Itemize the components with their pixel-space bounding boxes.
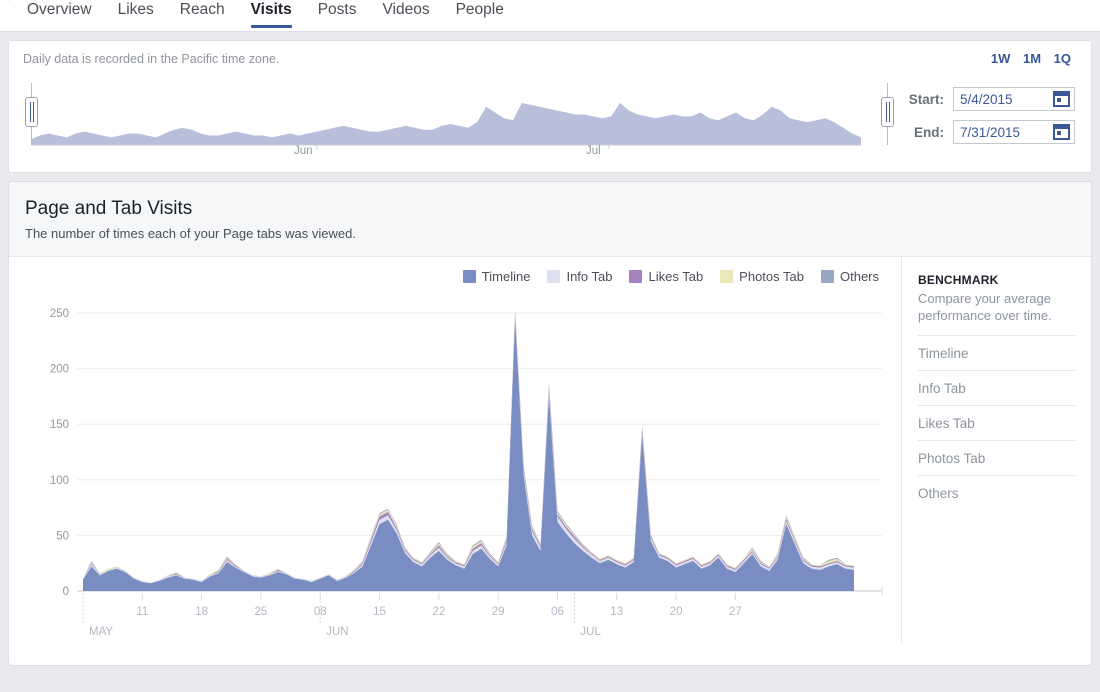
svg-text:15: 15 <box>373 606 386 618</box>
svg-text:20: 20 <box>670 606 683 618</box>
legend-item-others[interactable]: Others <box>820 269 879 284</box>
benchmark-row-info-tab[interactable]: Info Tab <box>918 370 1075 405</box>
svg-text:18: 18 <box>195 606 208 618</box>
page-title: Page and Tab Visits <box>25 198 193 219</box>
mini-area-chart <box>31 83 861 153</box>
benchmark-title: BENCHMARK <box>918 273 999 287</box>
tab-visits[interactable]: Visits <box>238 0 305 28</box>
legend-label-info-tab: Info Tab <box>566 269 613 284</box>
benchmark-row-photos-tab[interactable]: Photos Tab <box>918 440 1075 475</box>
tab-videos[interactable]: Videos <box>369 0 442 28</box>
calendar-icon-end[interactable] <box>1053 124 1070 140</box>
legend-label-likes-tab: Likes Tab <box>648 269 704 284</box>
svg-text:0: 0 <box>63 586 69 598</box>
legend-swatch-info-tab <box>547 270 561 283</box>
svg-text:50: 50 <box>56 530 69 542</box>
chart-legend: Timeline Info Tab Likes Tab Photos Tab O… <box>446 269 879 284</box>
benchmark-row-timeline[interactable]: Timeline <box>918 335 1075 370</box>
svg-text:25: 25 <box>255 606 268 618</box>
tab-posts[interactable]: Posts <box>305 0 370 28</box>
legend-swatch-likes-tab <box>629 270 643 283</box>
chart-body: Timeline Info Tab Likes Tab Photos Tab O… <box>9 257 1091 643</box>
benchmark-subtitle: Compare your average performance over ti… <box>918 291 1052 323</box>
legend-label-others: Others <box>839 269 879 284</box>
benchmark-row-likes-tab[interactable]: Likes Tab <box>918 405 1075 440</box>
visits-card-header: Page and Tab Visits The number of times … <box>9 182 1091 257</box>
legend-label-timeline: Timeline <box>481 269 531 284</box>
page-subtitle: The number of times each of your Page ta… <box>25 226 356 241</box>
chart-area: Timeline Info Tab Likes Tab Photos Tab O… <box>9 257 901 643</box>
end-date-value: 7/31/2015 <box>960 124 1021 140</box>
svg-text:250: 250 <box>50 308 69 320</box>
tab-overview[interactable]: Overview <box>14 0 105 28</box>
start-date-label: Start: <box>908 91 944 107</box>
legend-item-timeline[interactable]: Timeline <box>462 269 531 284</box>
end-date-input[interactable]: 7/31/2015 <box>953 120 1075 144</box>
range-slider-handle-start[interactable] <box>25 97 38 127</box>
date-inputs: Start: 5/4/2015 End: 7/31/2015 <box>892 87 1075 144</box>
start-date-value: 5/4/2015 <box>960 91 1013 107</box>
tab-likes[interactable]: Likes <box>105 0 167 28</box>
svg-text:13: 13 <box>610 606 623 618</box>
legend-item-photos-tab[interactable]: Photos Tab <box>720 269 804 284</box>
svg-text:MAY: MAY <box>89 626 113 638</box>
start-date-input[interactable]: 5/4/2015 <box>953 87 1075 111</box>
quick-range-1m[interactable]: 1M <box>1023 51 1041 66</box>
end-date-label: End: <box>914 124 944 140</box>
end-date-row: End: 7/31/2015 <box>892 120 1075 144</box>
benchmark-row-others[interactable]: Others <box>918 475 1075 510</box>
svg-text:JUN: JUN <box>326 626 348 638</box>
tab-people[interactable]: People <box>443 0 517 28</box>
insights-tab-bar: Overview Likes Reach Visits Posts Videos… <box>0 0 1100 32</box>
svg-text:06: 06 <box>551 606 564 618</box>
legend-item-likes-tab[interactable]: Likes Tab <box>629 269 703 284</box>
mini-axis-label-jul: Jul <box>586 145 601 157</box>
svg-text:JUL: JUL <box>580 626 601 638</box>
svg-text:100: 100 <box>50 475 69 487</box>
benchmark-panel: BENCHMARK Compare your average performan… <box>901 257 1091 643</box>
svg-text:150: 150 <box>50 419 69 431</box>
svg-text:27: 27 <box>729 606 742 618</box>
date-range-card: Daily data is recorded in the Pacific ti… <box>8 40 1092 173</box>
legend-swatch-photos-tab <box>720 270 734 283</box>
quick-range-1q[interactable]: 1Q <box>1054 51 1071 66</box>
mini-axis-label-jun: Jun <box>294 145 313 157</box>
legend-label-photos-tab: Photos Tab <box>739 269 804 284</box>
quick-range-1w[interactable]: 1W <box>991 51 1011 66</box>
svg-text:08: 08 <box>314 606 327 618</box>
timezone-note: Daily data is recorded in the Pacific ti… <box>23 52 280 66</box>
tab-reach[interactable]: Reach <box>167 0 238 28</box>
svg-text:11: 11 <box>136 606 148 618</box>
legend-item-info-tab[interactable]: Info Tab <box>547 269 612 284</box>
legend-swatch-timeline <box>462 270 476 283</box>
page-and-tab-visits-card: Page and Tab Visits The number of times … <box>8 181 1092 666</box>
svg-text:200: 200 <box>50 364 69 376</box>
visits-area-chart: 0 50 100 150 200 250 11 18 25 08 15 22 29 06 13 20 27 MAY… <box>9 285 899 643</box>
quick-range-buttons: 1W 1M 1Q <box>982 51 1071 66</box>
svg-text:22: 22 <box>432 606 445 618</box>
svg-text:29: 29 <box>492 606 505 618</box>
calendar-icon-start[interactable] <box>1053 91 1070 107</box>
legend-swatch-others <box>820 270 834 283</box>
start-date-row: Start: 5/4/2015 <box>892 87 1075 111</box>
